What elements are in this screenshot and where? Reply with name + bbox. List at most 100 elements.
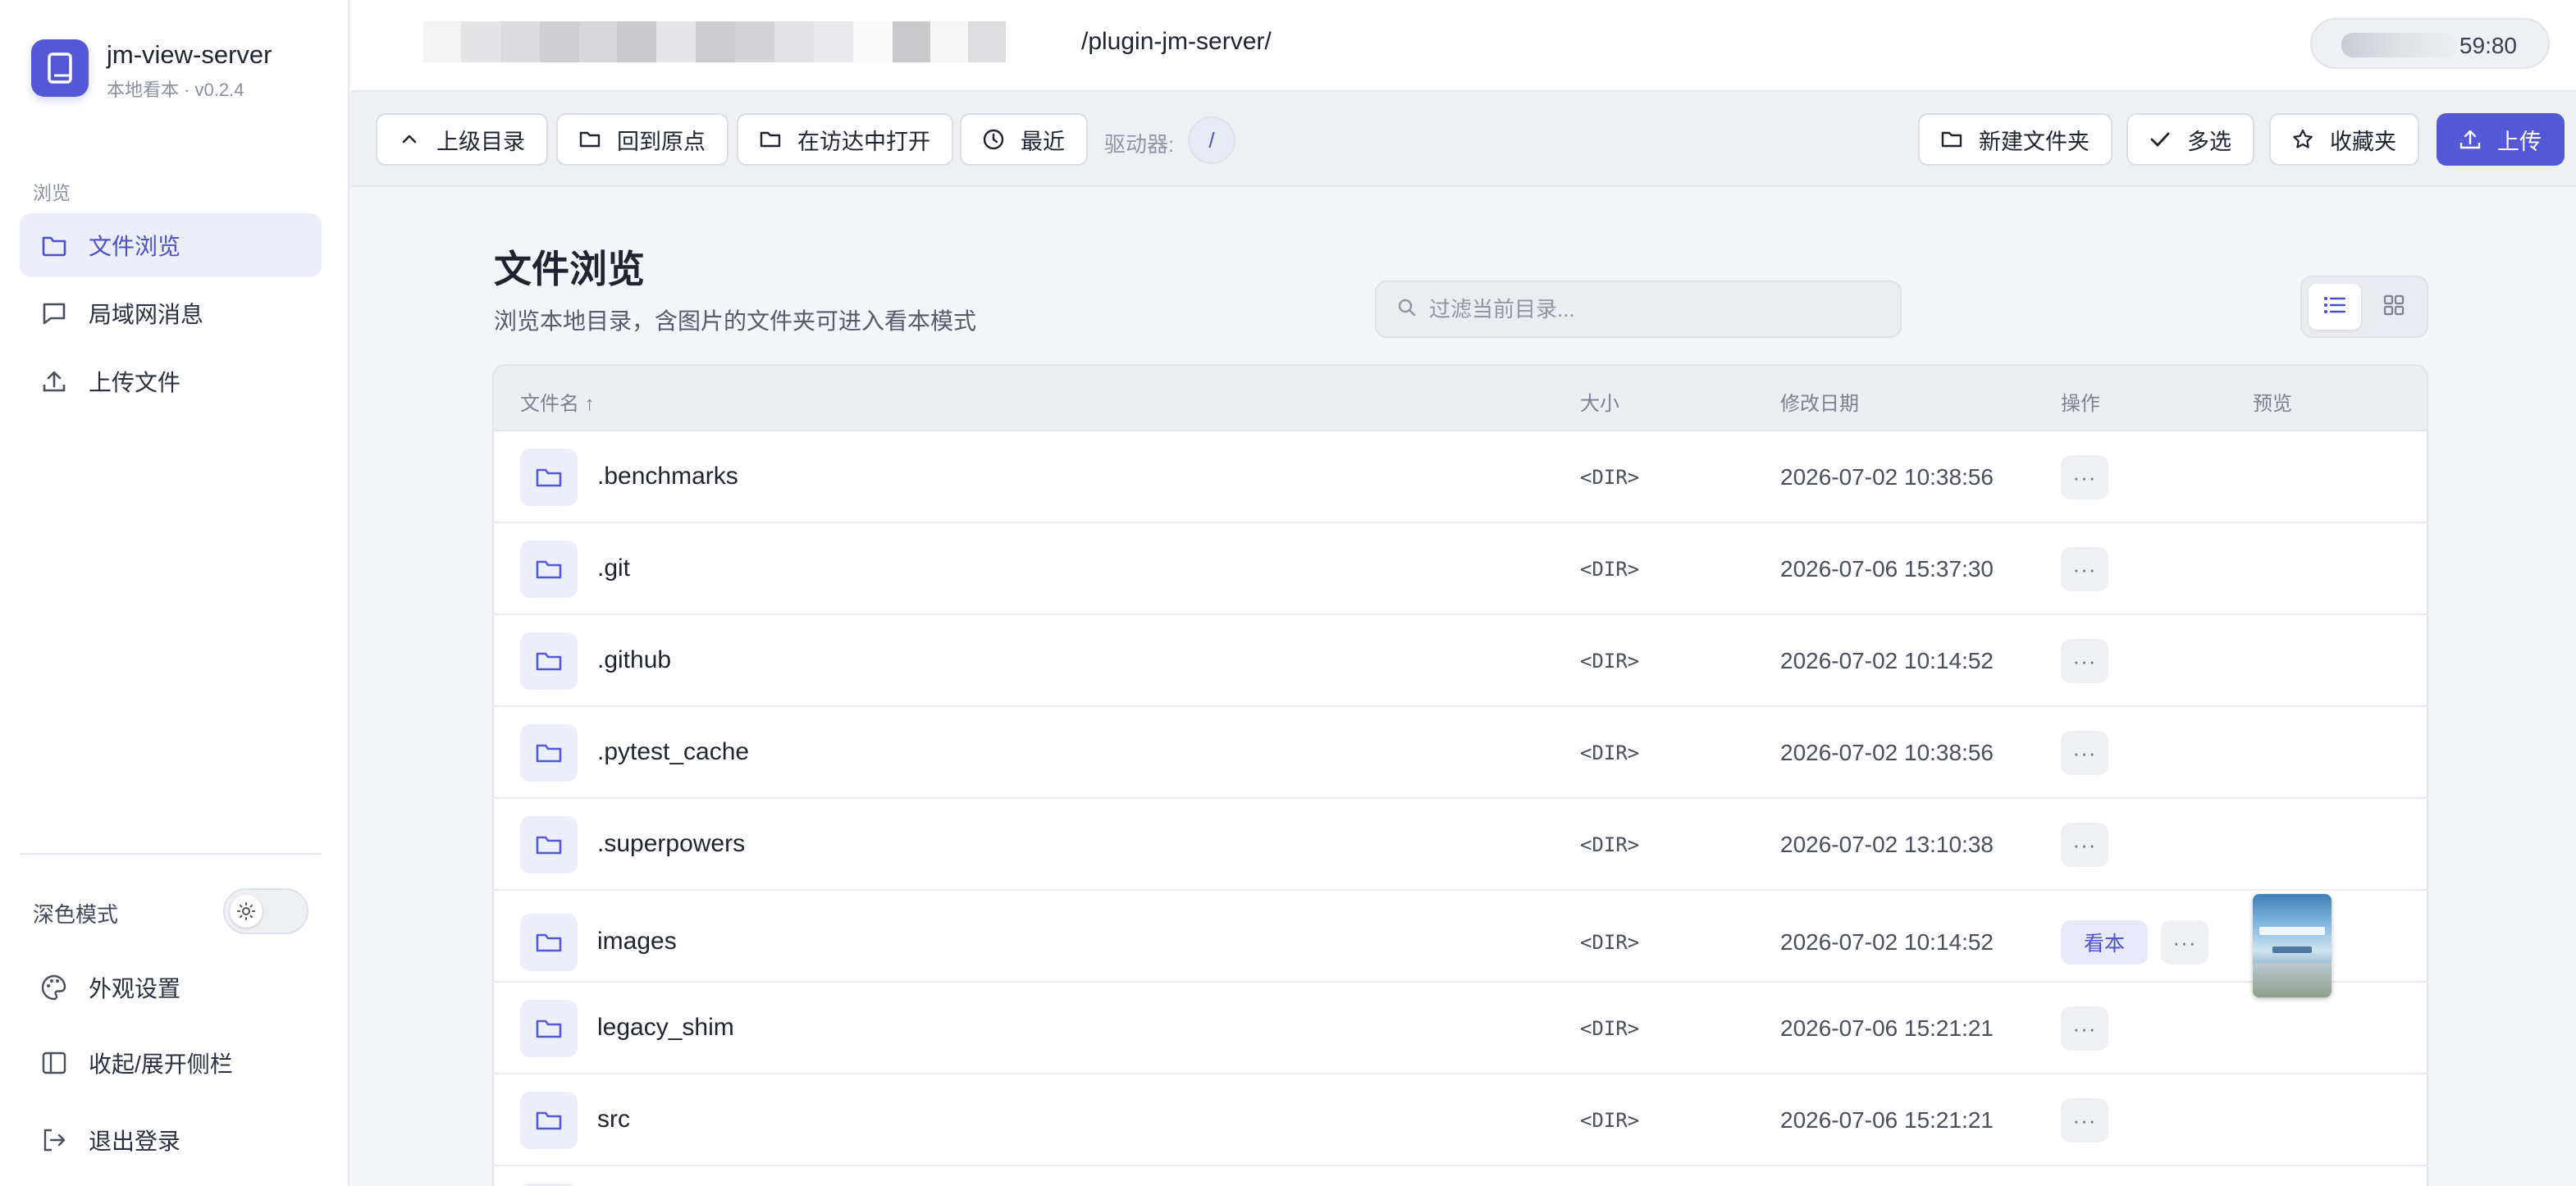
sidebar-item-lan-messages[interactable]: 局域网消息 <box>20 281 322 345</box>
palette-icon <box>39 973 69 1002</box>
parent-dir-label: 上级目录 <box>436 129 525 154</box>
side-link-label: 退出登录 <box>89 1129 181 1154</box>
drive-selector[interactable]: / <box>1188 116 1235 164</box>
file-size: <DIR> <box>1580 1017 1640 1040</box>
filter-input[interactable] <box>1429 296 1889 322</box>
column-modified-header[interactable]: 修改日期 <box>1780 387 1859 416</box>
redacted-path <box>423 18 1080 66</box>
sidebar-item-upload[interactable]: 上传文件 <box>20 349 322 413</box>
parent-dir-button[interactable]: 上级目录 <box>376 113 548 166</box>
file-name[interactable]: .github <box>597 646 671 674</box>
logout-link[interactable]: 退出登录 <box>39 1124 180 1156</box>
table-row[interactable]: src <DIR> 2026-07-06 15:21:21 ··· <box>494 1074 2427 1166</box>
toolbar: 上级目录 回到原点 在访达中打开 最近 驱动器: / 新建文件夹 多选 收藏夹 … <box>351 92 2576 187</box>
file-name[interactable]: src <box>597 1106 630 1134</box>
top-bar: /plugin-jm-server/ 59:80 <box>351 0 2576 92</box>
go-home-label: 回到原点 <box>617 129 706 154</box>
column-size-header[interactable]: 大小 <box>1580 387 1619 416</box>
list-view-button[interactable] <box>2309 284 2361 330</box>
dark-mode-toggle[interactable] <box>223 888 308 934</box>
file-name[interactable]: .superpowers <box>597 830 745 858</box>
check-icon <box>2148 127 2172 152</box>
sidebar-divider <box>20 853 322 855</box>
more-actions-button[interactable]: ··· <box>2061 823 2108 867</box>
brand: jm-view-server 本地看本 · v0.2.4 <box>31 39 272 102</box>
recent-button[interactable]: 最近 <box>960 113 1088 166</box>
more-actions-button[interactable]: ··· <box>2061 731 2108 775</box>
page-subtitle: 浏览本地目录，含图片的文件夹可进入看本模式 <box>494 308 977 334</box>
file-size: <DIR> <box>1580 931 1640 954</box>
logout-icon <box>39 1125 69 1155</box>
view-mode-toggle <box>2300 276 2428 338</box>
more-actions-button[interactable]: ··· <box>2161 920 2208 965</box>
folder-icon <box>39 230 69 260</box>
multi-select-button[interactable]: 多选 <box>2126 113 2254 166</box>
book-icon <box>31 39 89 97</box>
file-name[interactable]: images <box>597 928 677 956</box>
file-name[interactable]: .benchmarks <box>597 463 738 490</box>
dark-mode-label: 深色模式 <box>33 902 119 927</box>
side-link-label: 收起/展开侧栏 <box>89 1051 233 1077</box>
more-actions-button[interactable]: ··· <box>2061 1006 2108 1051</box>
column-name-header[interactable]: 文件名 ↑ <box>520 387 595 416</box>
table-row[interactable]: .benchmarks <DIR> 2026-07-02 10:38:56 ··… <box>494 431 2427 523</box>
new-folder-button[interactable]: 新建文件夹 <box>1918 113 2112 166</box>
page-title: 文件浏览 <box>494 248 645 290</box>
open-in-finder-label: 在访达中打开 <box>797 129 930 154</box>
grid-view-button[interactable] <box>2368 284 2420 330</box>
table-row[interactable]: legacy_shim <DIR> 2026-07-06 15:21:21 ··… <box>494 983 2427 1074</box>
file-name[interactable]: .git <box>597 554 630 582</box>
file-modified: 2026-07-06 15:21:21 <box>1780 1015 1994 1041</box>
sidebar-item-file-browse[interactable]: 文件浏览 <box>20 213 322 277</box>
upload-button[interactable]: 上传 <box>2437 113 2565 166</box>
favorites-button[interactable]: 收藏夹 <box>2269 113 2419 166</box>
toggle-sidebar-link[interactable]: 收起/展开侧栏 <box>39 1047 233 1079</box>
recent-label: 最近 <box>1021 129 1065 154</box>
drive-label: 驱动器: <box>1104 132 1175 157</box>
filter-box <box>1375 281 1902 338</box>
more-actions-button[interactable]: ··· <box>2061 639 2108 683</box>
open-in-finder-button[interactable]: 在访达中打开 <box>737 113 953 166</box>
table-row[interactable]: .github <DIR> 2026-07-02 10:14:52 ··· <box>494 615 2427 707</box>
more-actions-button[interactable]: ··· <box>2061 547 2108 591</box>
reader-mode-button[interactable]: 看本 <box>2061 920 2148 965</box>
message-icon <box>39 299 69 328</box>
app-version: 本地看本 · v0.2.4 <box>107 80 244 100</box>
file-table: 文件名 ↑ 大小 修改日期 操作 预览 .benchmarks <DIR> 20… <box>492 364 2428 1186</box>
table-row[interactable] <box>494 1166 2427 1186</box>
file-size: <DIR> <box>1580 650 1640 673</box>
new-folder-label: 新建文件夹 <box>1979 129 2090 154</box>
more-actions-button[interactable]: ··· <box>2061 1098 2108 1143</box>
appearance-settings-link[interactable]: 外观设置 <box>39 971 180 1004</box>
column-preview-header: 预览 <box>2253 393 2292 415</box>
star-icon <box>2291 127 2315 152</box>
nav-section-label: 浏览 <box>33 182 71 203</box>
table-row[interactable]: .superpowers <DIR> 2026-07-02 13:10:38 ·… <box>494 799 2427 891</box>
file-modified: 2026-07-06 15:21:21 <box>1780 1107 1994 1133</box>
table-row[interactable]: images <DIR> 2026-07-02 10:14:52 看本 ··· <box>494 891 2427 997</box>
sidebar-toggle-icon <box>39 1048 69 1078</box>
go-home-button[interactable]: 回到原点 <box>556 113 728 166</box>
current-path[interactable]: /plugin-jm-server/ <box>1081 28 1272 56</box>
file-modified: 2026-07-06 15:37:30 <box>1780 556 1994 582</box>
favorites-label: 收藏夹 <box>2330 129 2396 154</box>
file-modified: 2026-07-02 10:38:56 <box>1780 740 1994 765</box>
table-row[interactable]: .git <DIR> 2026-07-06 15:37:30 ··· <box>494 523 2427 615</box>
sun-icon <box>230 895 263 928</box>
column-actions-header: 操作 <box>2061 393 2100 415</box>
folder-plus-icon <box>1939 127 1964 152</box>
folder-icon <box>520 816 578 874</box>
folder-icon <box>520 724 578 782</box>
more-actions-button[interactable]: ··· <box>2061 455 2108 499</box>
file-name[interactable]: legacy_shim <box>597 1014 734 1042</box>
file-size: <DIR> <box>1580 1109 1640 1132</box>
file-modified: 2026-07-02 10:14:52 <box>1780 648 1994 673</box>
table-row[interactable]: .pytest_cache <DIR> 2026-07-02 10:38:56 … <box>494 707 2427 799</box>
search-icon <box>1396 297 1418 322</box>
file-name[interactable]: .pytest_cache <box>597 738 749 766</box>
file-modified: 2026-07-02 10:14:52 <box>1780 929 1994 955</box>
upload-icon <box>2458 127 2482 152</box>
server-address: 59:80 <box>2310 18 2550 69</box>
folder-icon <box>520 632 578 690</box>
file-size: <DIR> <box>1580 741 1640 764</box>
